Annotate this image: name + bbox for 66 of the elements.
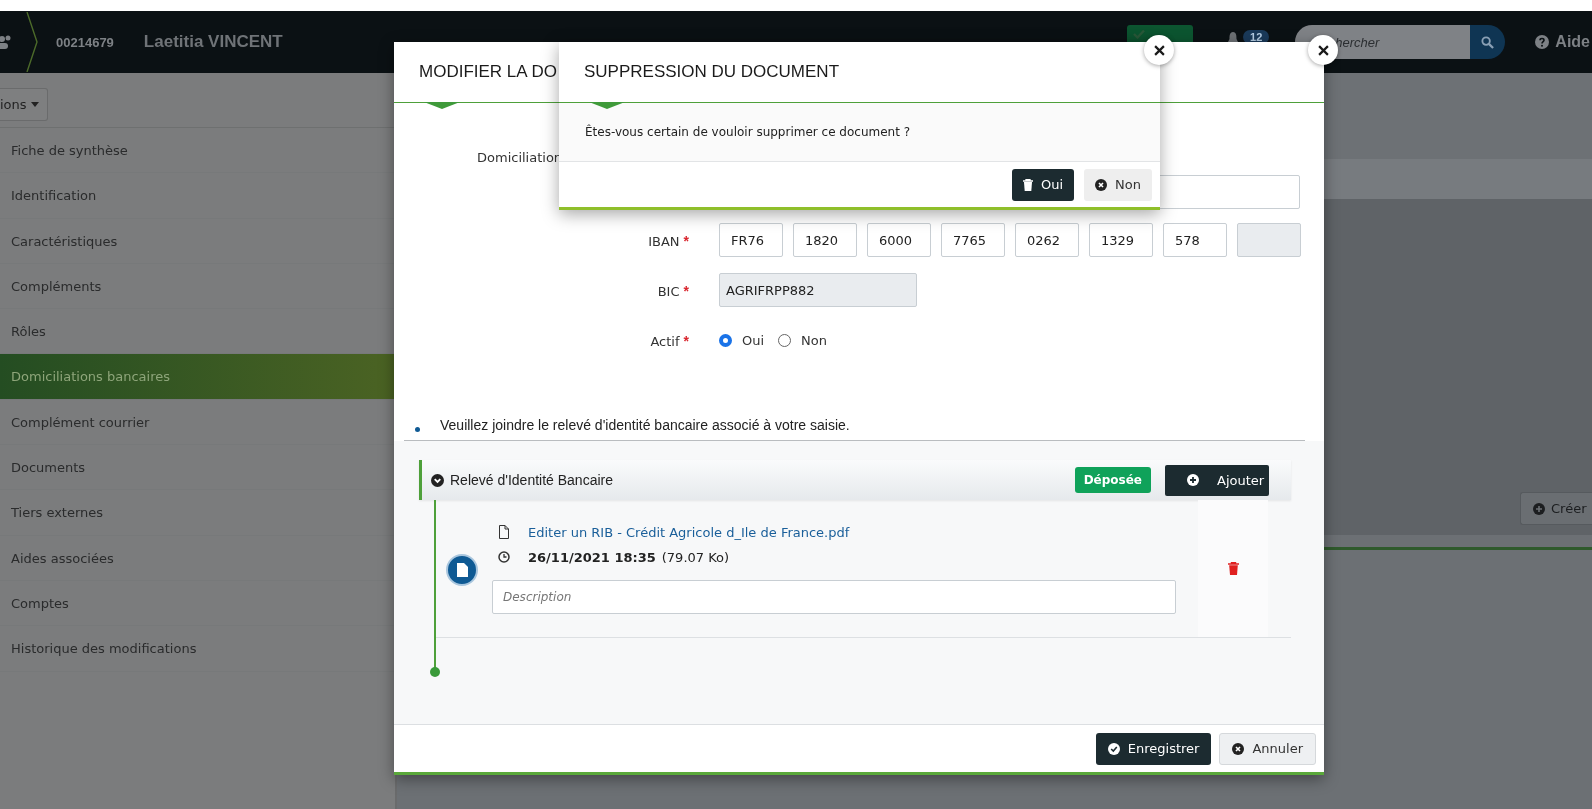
action-button[interactable]: Oui [1012,168,1075,201]
close-button[interactable] [1308,35,1338,65]
users-icon[interactable] [0,35,12,49]
file-link[interactable]: Editer un RIB - Crédit Agricole d_Ile de France.pdf [528,524,850,540]
chevron-divider-icon [26,12,38,72]
iban-field[interactable]: 578 [1163,223,1227,257]
attachment-header[interactable]: Relevé d'Identité Bancaire Déposée Ajouter [419,460,1291,500]
search-icon [1481,35,1495,49]
create-button[interactable]: Créer [1520,492,1592,525]
iban-field[interactable]: 1820 [793,223,857,257]
cancel-icon [1095,178,1108,191]
radio-button[interactable] [778,333,792,347]
bullet-icon [415,426,420,432]
radio-label: Non [801,332,827,348]
action-button[interactable]: Enregistrer [1095,732,1212,765]
field-label: BIC [657,283,680,299]
caret-icon [30,101,39,107]
iban-field[interactable]: 6000 [867,223,931,257]
action-button[interactable]: Non [1084,168,1152,201]
check-icon [1133,28,1146,39]
close-icon [1317,44,1329,56]
upload-date: 26/11/2021 18:35 [528,549,656,565]
iban-field[interactable]: 7765 [941,223,1005,257]
iban-field[interactable]: 1329 [1089,223,1153,257]
document-icon [446,554,478,586]
sidebar-item[interactable]: Domiciliations bancaires [0,354,395,400]
pointer-marker [424,102,460,109]
plus-circle-icon [1187,474,1199,486]
timeline-dot [430,667,440,677]
dialog-message: Êtes-vous certain de vouloir supprimer ce document ? [585,125,911,139]
radio-button[interactable] [719,333,732,347]
file-size: (79.07 Ko) [661,549,730,565]
bell-icon[interactable] [1227,31,1240,45]
iban-field[interactable]: 0262 [1015,223,1079,257]
search-button[interactable] [1470,25,1506,59]
close-icon [1153,44,1165,56]
record-id: 00214679 [56,34,114,50]
field-label: IBAN [648,233,680,249]
iban-field[interactable]: FR76 [719,223,783,257]
validate-button[interactable] [1127,25,1194,42]
dialog-title: SUPPRESSION DU DOCUMENT [584,62,840,82]
field-label: Actif [650,333,680,349]
notice-text: Veuillez joindre le relevé d'identité bancaire associé à votre saisie. [440,417,850,433]
help-icon [1535,35,1550,49]
person-name: Laetitia VINCENT [143,32,283,52]
description-field[interactable]: Description [492,580,1176,614]
action-button[interactable]: Annuler [1219,732,1316,765]
plus-circle-icon [1533,502,1545,515]
trash-icon [1023,178,1033,191]
radio-label: Oui [742,332,765,348]
actions-button[interactable]: ions [0,87,48,121]
add-button[interactable]: Ajouter [1165,464,1269,496]
trash-icon[interactable] [1227,562,1239,575]
required-mark: * [683,232,689,249]
field-label: Domiciliation [477,150,563,165]
file-icon [498,525,510,539]
status-tag: Déposée [1074,467,1151,493]
modal-title: MODIFIER LA DO [419,62,557,82]
required-mark: * [683,332,689,349]
help-link[interactable]: Aide [1535,33,1590,51]
cancel-icon [1232,742,1245,755]
check-circle-icon [1107,742,1120,755]
clock-icon [498,551,510,563]
required-mark: * [683,282,689,299]
attachment-title: Relevé d'Identité Bancaire [450,472,613,488]
collapse-icon[interactable] [431,473,444,487]
